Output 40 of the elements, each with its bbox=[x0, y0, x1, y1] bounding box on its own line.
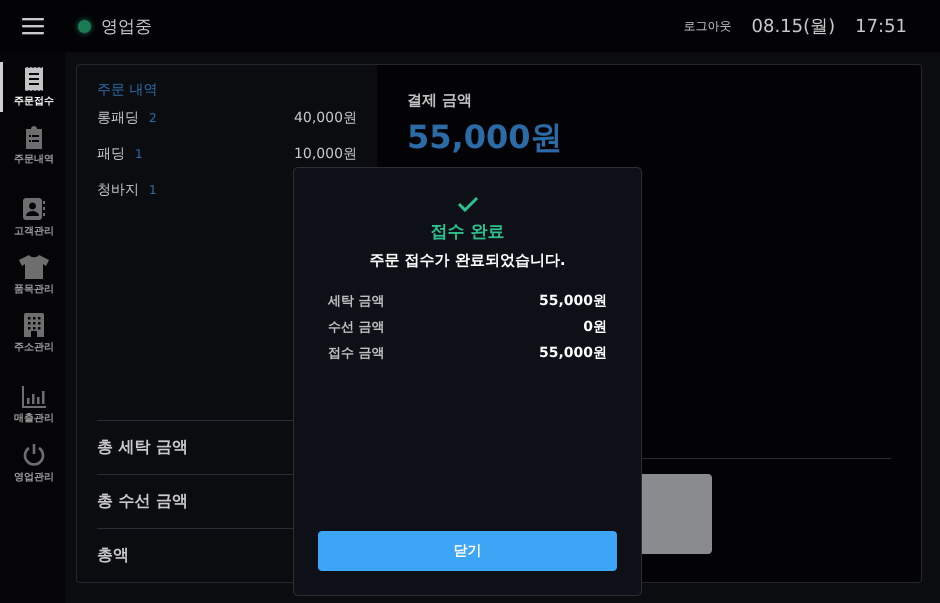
payment-amount: 55,000원 bbox=[407, 117, 564, 158]
item-name: 청바지 bbox=[97, 181, 139, 199]
sidebar-item[interactable]: 고객관리 bbox=[0, 192, 65, 242]
sidebar-item[interactable]: 주소관리 bbox=[0, 308, 65, 358]
total-label: 총 수선 금액 bbox=[97, 491, 188, 512]
total-label: 총액 bbox=[97, 545, 129, 566]
clipboard-icon bbox=[24, 124, 44, 148]
building-icon bbox=[24, 312, 44, 336]
item-price: 40,000원 bbox=[294, 109, 357, 127]
item-quantity: 1 bbox=[149, 183, 157, 197]
section-title: 주문 내역 bbox=[97, 81, 158, 99]
date-text: 08.15(월) bbox=[752, 15, 836, 38]
sidebar-item[interactable]: 매출관리 bbox=[0, 380, 65, 430]
amount-value: 55,000원 bbox=[538, 292, 607, 310]
amount-label: 접수 금액 bbox=[328, 345, 385, 362]
item-quantity: 1 bbox=[135, 147, 143, 161]
t-shirt-icon bbox=[19, 254, 49, 278]
item-price: 10,000원 bbox=[294, 145, 357, 163]
amount-label: 세탁 금액 bbox=[328, 293, 385, 310]
amount-value: 0원 bbox=[583, 318, 607, 336]
power-icon bbox=[22, 442, 46, 466]
sidebar-item[interactable]: 주문내역 bbox=[0, 120, 65, 170]
sidebar-item[interactable]: 품목관리 bbox=[0, 250, 65, 300]
status-label: 영업중 bbox=[101, 16, 152, 38]
payment-label: 결제 금액 bbox=[407, 91, 474, 110]
amount-label: 수선 금액 bbox=[328, 319, 385, 336]
item-quantity: 2 bbox=[149, 111, 157, 125]
item-name: 패딩 bbox=[97, 145, 125, 163]
bar-chart-icon bbox=[22, 386, 46, 408]
receipt-icon bbox=[24, 66, 44, 90]
contact-book-icon bbox=[22, 196, 46, 220]
logout-link[interactable]: 로그아웃 bbox=[684, 18, 732, 34]
dialog-title: 접수 완료 bbox=[430, 221, 504, 243]
total-label: 총 세탁 금액 bbox=[97, 437, 188, 458]
item-name: 롱패딩 bbox=[97, 109, 139, 127]
time-text: 17:51 bbox=[855, 16, 907, 36]
sidebar-item[interactable]: 영업관리 bbox=[0, 438, 65, 488]
check-icon bbox=[456, 196, 478, 212]
dialog-message: 주문 접수가 완료되었습니다. bbox=[369, 251, 566, 270]
amount-value: 55,000원 bbox=[538, 344, 607, 362]
